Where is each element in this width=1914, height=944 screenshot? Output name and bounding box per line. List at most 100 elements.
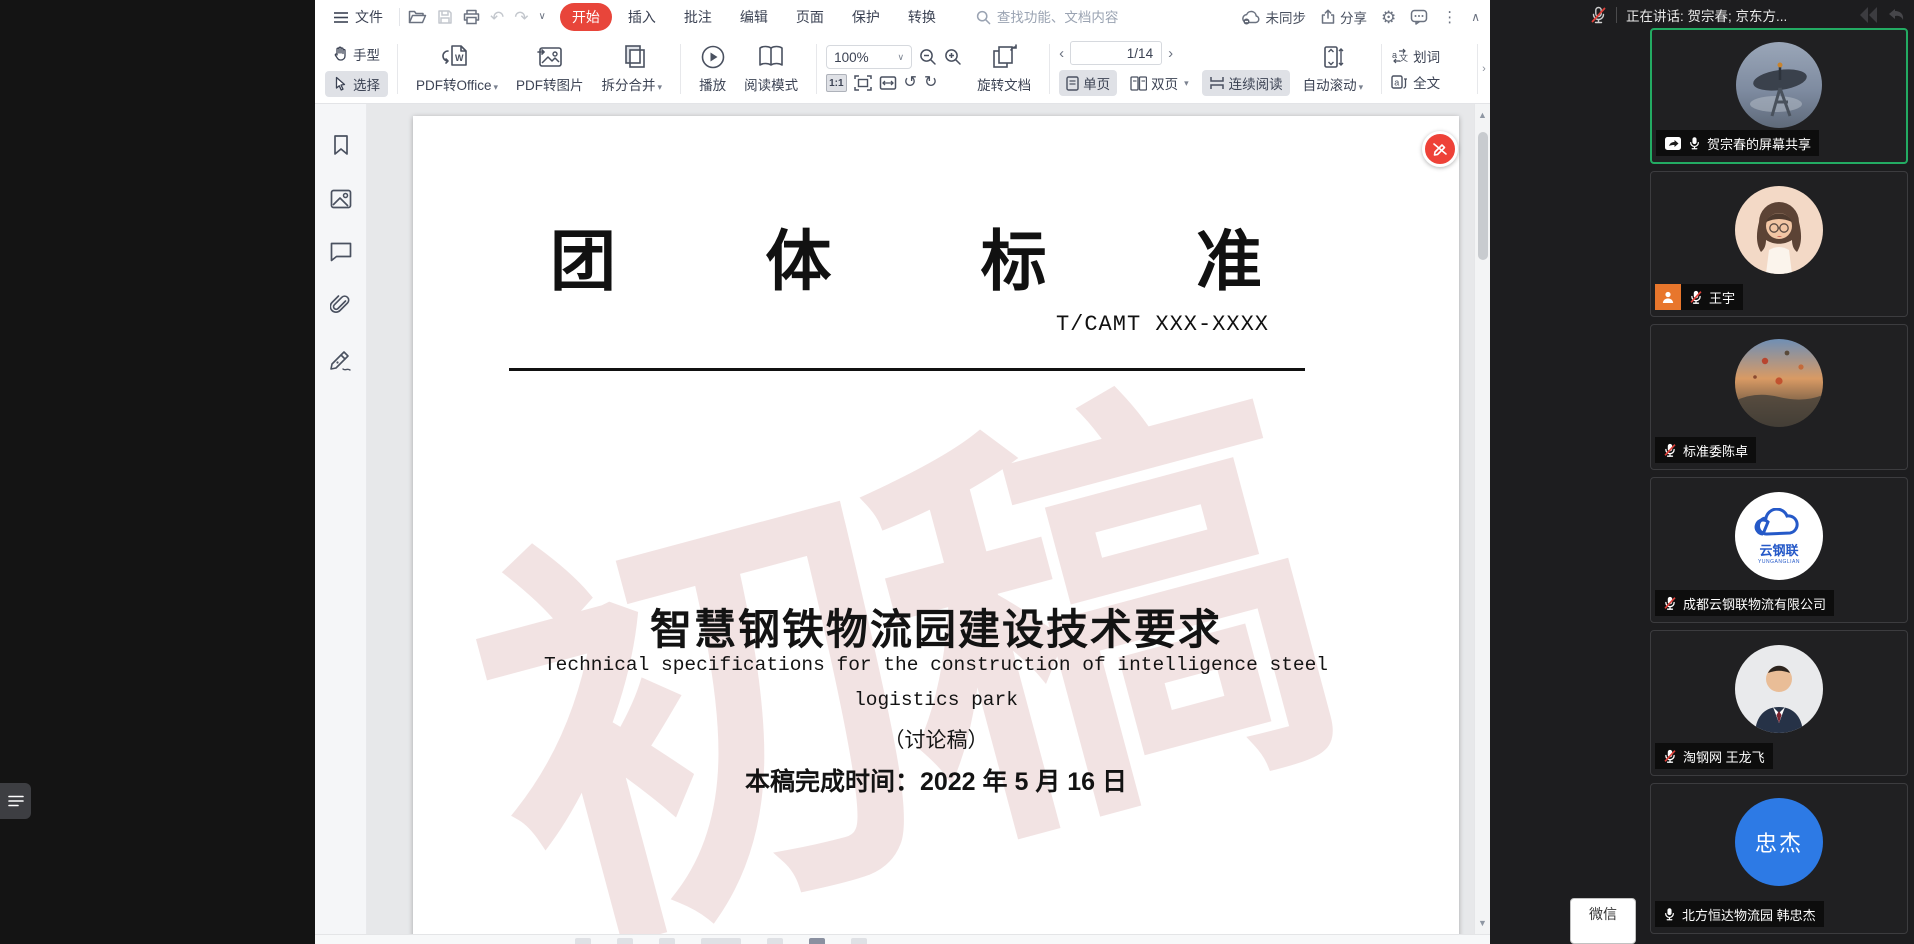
tab-home[interactable]: 开始	[560, 3, 612, 31]
hand-tool-button[interactable]: 手型	[325, 41, 388, 67]
file-menu[interactable]: 文件	[325, 7, 391, 27]
meeting-top-bar: 正在讲话: 贺宗春; 京东方...	[1490, 0, 1914, 30]
zoom-level-select[interactable]: 100% ∨	[826, 45, 912, 69]
previous-page-button[interactable]: ‹	[1059, 45, 1064, 62]
mic-on-icon	[1663, 906, 1676, 922]
double-page-icon	[1130, 76, 1147, 91]
reply-arrow-icon[interactable]	[1886, 5, 1906, 25]
share-button[interactable]: 分享	[1320, 7, 1367, 27]
hand-icon	[333, 46, 348, 61]
open-file-icon[interactable]	[408, 9, 427, 25]
open-book-icon	[756, 44, 786, 70]
search-box[interactable]	[976, 10, 1181, 25]
meeting-panel: 正在讲话: 贺宗春; 京东方... 贺宗春的屏幕共享	[1490, 0, 1914, 944]
tab-edit[interactable]: 编辑	[728, 3, 780, 31]
more-commands-chevron-icon[interactable]: ∨	[539, 12, 546, 22]
actual-size-button[interactable]: 1:1	[826, 74, 846, 92]
standard-code: T/CAMT XXX-XXXX	[1056, 312, 1269, 337]
share-label: 分享	[1340, 7, 1367, 27]
category-char: 标	[981, 208, 1047, 304]
document-scrollbar[interactable]: ▲ ▼	[1474, 104, 1490, 934]
signature-icon[interactable]	[329, 350, 353, 372]
word-translate-label: 划词	[1413, 46, 1440, 66]
document-viewport[interactable]: 初稿 团 体 标 准 T/CAMT XXX-XXXX 智慧钢铁物流园建设技术要求…	[367, 104, 1490, 934]
search-input[interactable]	[997, 10, 1167, 25]
participant-tile[interactable]: 忠杰 北方恒达物流园 韩忠杰	[1650, 783, 1908, 934]
settings-gear-icon[interactable]: ⚙	[1381, 9, 1396, 26]
zoom-out-icon[interactable]	[919, 48, 937, 66]
avatar-initials: 忠杰	[1735, 798, 1823, 886]
chat-feedback-icon[interactable]	[1410, 9, 1428, 25]
play-button[interactable]: 播放	[690, 42, 735, 96]
sync-status[interactable]: 未同步	[1241, 7, 1306, 27]
participant-name: 淘钢网 王龙飞	[1683, 747, 1765, 766]
undo-icon[interactable]: ↶	[490, 9, 504, 26]
ribbon-overflow-expander[interactable]: ›	[1477, 44, 1490, 94]
select-tool-button[interactable]: 选择	[325, 71, 388, 97]
mic-muted-icon	[1689, 289, 1703, 305]
history-back-arrows-icon[interactable]	[1858, 5, 1880, 25]
sidebar-toggle-button[interactable]	[0, 783, 31, 819]
split-merge-button[interactable]: 拆分合并▾	[593, 42, 672, 96]
page-indicator[interactable]: 1/14	[1070, 41, 1162, 65]
wechat-tooltip: 微信	[1570, 898, 1636, 944]
auto-scroll-button[interactable]: 自动滚动▾	[1294, 42, 1373, 96]
next-page-button[interactable]: ›	[1168, 45, 1173, 62]
participant-tile[interactable]: 标准委陈卓	[1650, 324, 1908, 470]
tab-insert[interactable]: 插入	[616, 3, 668, 31]
tab-protect[interactable]: 保护	[840, 3, 892, 31]
tab-convert[interactable]: 转换	[896, 3, 948, 31]
rotate-ccw-icon[interactable]: ↺	[904, 75, 917, 91]
participant-tile[interactable]: 淘钢网 王龙飞	[1650, 630, 1908, 776]
participant-tile-screen-share[interactable]: 贺宗春的屏幕共享	[1650, 28, 1908, 164]
participant-tile[interactable]: 王宇	[1650, 171, 1908, 317]
save-icon[interactable]	[437, 9, 453, 25]
avatar-woman-illustration	[1735, 186, 1823, 274]
read-mode-button[interactable]: 阅读模式	[735, 42, 807, 96]
play-icon	[700, 44, 726, 70]
tab-comment[interactable]: 批注	[672, 3, 724, 31]
print-icon[interactable]	[463, 9, 480, 25]
comment-panel-icon[interactable]	[330, 242, 352, 262]
pen-slash-icon	[1431, 140, 1449, 158]
zoom-level-value: 100%	[834, 50, 869, 65]
fit-page-icon[interactable]	[854, 75, 872, 91]
continuous-read-button[interactable]: 连续阅读	[1202, 70, 1290, 96]
person-icon	[1661, 290, 1675, 304]
avatar-company-logo: 云钢联 YUNGANGLIAN	[1735, 492, 1823, 580]
scrollbar-thumb[interactable]	[1478, 132, 1488, 260]
collapse-ribbon-icon[interactable]: ∧	[1471, 11, 1480, 23]
avatar-man-suit	[1735, 645, 1823, 733]
image-panel-icon[interactable]	[330, 189, 352, 209]
redo-icon[interactable]: ↷	[514, 9, 528, 26]
dropdown-caret-icon: ▾	[1359, 82, 1364, 92]
single-page-button[interactable]: 单页	[1059, 70, 1117, 96]
single-page-icon	[1066, 76, 1079, 91]
edit-mode-floating-button[interactable]	[1422, 131, 1458, 167]
bookmark-icon[interactable]	[331, 134, 351, 156]
avatar-initials-text: 忠杰	[1755, 826, 1803, 858]
mic-muted-icon[interactable]	[1590, 6, 1607, 24]
scroll-down-arrow[interactable]: ▼	[1478, 918, 1487, 928]
scroll-up-arrow[interactable]: ▲	[1478, 110, 1487, 120]
rotate-document-button[interactable]: 旋转文档	[968, 42, 1040, 96]
standard-category-title: 团 体 标 准	[550, 208, 1262, 304]
participant-name: 北方恒达物流园 韩忠杰	[1682, 905, 1816, 924]
attachment-icon[interactable]	[330, 295, 352, 317]
rotate-cw-icon[interactable]: ↻	[924, 75, 937, 91]
svg-text:a: a	[1394, 77, 1399, 87]
word-translate-button[interactable]: a文 划词	[1391, 46, 1455, 66]
participant-tile[interactable]: 云钢联 YUNGANGLIAN 成都云钢联物流有限公司	[1650, 477, 1908, 623]
left-tool-rail	[315, 104, 367, 934]
zoom-in-icon[interactable]	[944, 48, 962, 66]
full-translate-icon: a	[1391, 74, 1408, 90]
pdf-page: 初稿 团 体 标 准 T/CAMT XXX-XXXX 智慧钢铁物流园建设技术要求…	[413, 116, 1459, 934]
fit-width-icon[interactable]	[879, 75, 897, 91]
tab-page[interactable]: 页面	[784, 3, 836, 31]
double-page-button[interactable]: 双页 ▾	[1123, 70, 1196, 96]
full-translate-button[interactable]: a 全文	[1391, 72, 1455, 92]
play-label: 播放	[699, 74, 726, 94]
pdf-to-image-button[interactable]: PDF转图片	[507, 42, 593, 96]
pdf-to-office-button[interactable]: W PDF转Office▾	[407, 42, 507, 96]
kebab-menu-icon[interactable]: ⋮	[1442, 10, 1457, 25]
